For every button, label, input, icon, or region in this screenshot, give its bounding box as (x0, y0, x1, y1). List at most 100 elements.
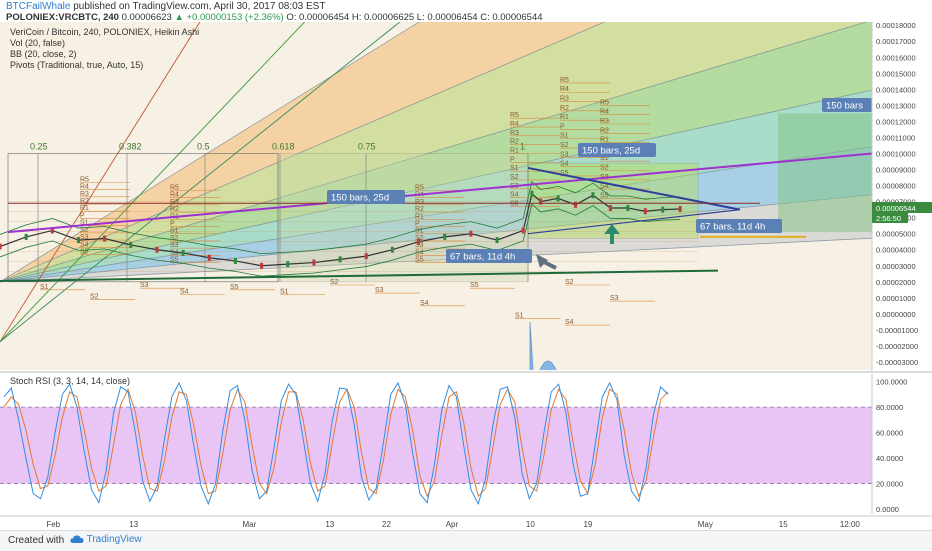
pivot-label: S3 (140, 282, 149, 289)
candle (286, 261, 290, 268)
time-tick-label: 15 (779, 520, 788, 529)
pivot-label: S1 (560, 133, 569, 140)
bar-count-label: 150 bars, 25d (331, 193, 389, 204)
pivot-label: R5 (510, 112, 519, 119)
author-link[interactable]: BTCFailWhale (6, 1, 70, 12)
pivot-label: R4 (560, 86, 569, 93)
time-tick-label: Apr (446, 520, 459, 529)
pivot-label: S4 (565, 319, 574, 326)
time-axis[interactable]: Feb 13 Mar 13 22 Apr 10 19 May 15 12:00 (0, 515, 932, 530)
projection-box (778, 113, 872, 233)
rsi-tick-label: 60.0000 (876, 429, 903, 438)
pivot-label: S3 (375, 287, 384, 294)
time-tick-label: 13 (325, 520, 334, 529)
pivot-label: R2 (510, 139, 519, 146)
candle (0, 243, 2, 250)
bar-count-label: 67 bars, 11d 4h (450, 252, 515, 263)
time-tick-label: 13 (129, 520, 138, 529)
published-text: published on TradingView.com, April 30, … (73, 1, 326, 12)
pivot-label: S4 (170, 249, 179, 256)
pivot-label: S4 (80, 241, 89, 248)
stoch-rsi-pane[interactable] (0, 374, 872, 514)
price-tick-label: 0.00016000 (876, 53, 916, 62)
pivot-label: S4 (560, 161, 569, 168)
price-tick-label: 0.00017000 (876, 37, 916, 46)
pivot-label: R2 (600, 127, 609, 134)
pivot-label: S3 (170, 242, 179, 249)
pivot-label: S1 (280, 289, 289, 296)
candle (312, 259, 316, 266)
pivot-label: S5 (510, 200, 519, 207)
price-tick-label: 0.00010000 (876, 150, 916, 159)
tradingview-logo[interactable]: TradingView (70, 534, 142, 545)
time-tick-label: 22 (382, 520, 391, 529)
price-pane[interactable]: 0.25 0.382 0.5 0.618 0.75 1R5R4R3R2R1PS1S2S3S… (0, 22, 872, 370)
pivot-label: R3 (80, 191, 89, 198)
rsi-tick-label: 20.0000 (876, 479, 903, 488)
fib-fan-label: 0.25 (30, 142, 48, 152)
pivot-label: S3 (560, 151, 569, 158)
bar-count-label: 67 bars, 11d 4h (700, 222, 765, 233)
price-tick-label: 0.00004000 (876, 246, 916, 255)
candle (469, 230, 473, 237)
price-tick-label: 0.00001000 (876, 294, 916, 303)
candle (521, 227, 525, 234)
price-tick-label: 0.00005000 (876, 230, 916, 239)
pivot-label: S4 (510, 192, 519, 199)
rsi-tick-label: 80.0000 (876, 403, 903, 412)
candle (155, 246, 159, 253)
fib-fan-label: 0.5 (197, 142, 210, 152)
candle (643, 208, 647, 215)
pivot-label: R3 (600, 118, 609, 125)
publish-line: BTCFailWhale published on TradingView.co… (6, 1, 325, 12)
pivot-label: R4 (510, 121, 519, 128)
pivot-label: R4 (600, 109, 609, 116)
pivot-label: P (415, 220, 420, 227)
pivot-label: R3 (510, 130, 519, 137)
candle (103, 235, 107, 242)
pivot-label: R1 (80, 205, 89, 212)
stoch-rsi-axis[interactable]: 100.0000 80.0000 60.0000 40.0000 20.0000 0.00… (871, 374, 932, 514)
pivot-label: S2 (565, 279, 574, 286)
time-tick-label: 10 (526, 520, 535, 529)
rsi-tick-label: 40.0000 (876, 454, 903, 463)
legend-vol: Vol (20, false) (10, 38, 66, 48)
pivot-label: R5 (415, 184, 424, 191)
pivot-label: R2 (415, 206, 424, 213)
candle (233, 257, 237, 264)
pivot-label: S2 (600, 165, 609, 172)
pivot-label: R2 (80, 198, 89, 205)
pivot-label: S2 (560, 142, 569, 149)
time-tick-label: 19 (583, 520, 592, 529)
candle (591, 192, 595, 199)
price-tick-label: -0.00002000 (876, 342, 918, 351)
pivot-label: S2 (330, 279, 339, 286)
fib-fan-label: 0.382 (119, 142, 142, 152)
pivot-label: S1 (515, 313, 524, 320)
pivot-label: R3 (170, 199, 179, 206)
candle (181, 249, 185, 256)
time-tick-label: May (698, 520, 713, 529)
pivot-label: P (170, 220, 175, 227)
pivot-label: R1 (510, 148, 519, 155)
brand-name: TradingView (86, 534, 142, 545)
pivot-label: R4 (80, 184, 89, 191)
candle (495, 237, 499, 244)
pivot-label: R5 (560, 77, 569, 84)
price-tick-label: 0.00009000 (876, 166, 916, 175)
pivot-label: S5 (415, 257, 424, 264)
bar-count-label: 150 bars (826, 101, 863, 112)
pivot-label: P (80, 212, 85, 219)
price-tick-label: 0.00013000 (876, 101, 916, 110)
candle (626, 205, 630, 212)
time-tick-label: 12:00 (840, 520, 861, 529)
price-tick-label: 0.00014000 (876, 85, 916, 94)
price-tick-label: 0.00015000 (876, 69, 916, 78)
pivot-label: S2 (170, 235, 179, 242)
pivot-label: R2 (170, 206, 179, 213)
candle (76, 237, 80, 244)
price-tick-label: -0.00003000 (876, 358, 918, 367)
candle (207, 254, 211, 261)
chart-canvas[interactable]: 0.25 0.382 0.5 0.618 0.75 1R5R4R3R2R1PS1S2S3S… (0, 22, 932, 530)
pivot-label: R5 (80, 176, 89, 183)
